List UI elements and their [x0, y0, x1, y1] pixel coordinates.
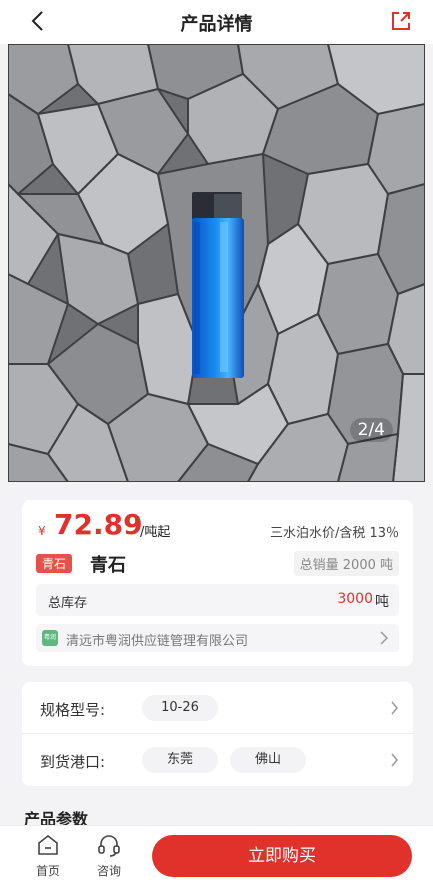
spec-row-port[interactable]: 到货港口: 东莞 佛山: [22, 734, 413, 786]
category-tag: 青石: [36, 554, 73, 573]
chevron-right-icon: [391, 753, 398, 767]
nav-home[interactable]: 首页: [23, 832, 73, 879]
model-label: 规格型号:: [40, 701, 106, 719]
stock-row: 总库存 3000 吨: [36, 584, 399, 616]
stock-unit: 吨: [375, 594, 389, 610]
port-option-chip[interactable]: 佛山: [230, 747, 306, 773]
chevron-right-icon: [380, 631, 389, 645]
tax-info: 三水泊水价/含税 13％: [269, 526, 399, 541]
product-price: 72.89: [54, 508, 143, 541]
supplier-logo: 粤润: [42, 630, 58, 646]
spec-row-model[interactable]: 规格型号: 10-26: [22, 682, 413, 734]
spec-card: 规格型号: 10-26 到货港口: 东莞 佛山: [22, 682, 413, 786]
page-title: 产品详情: [180, 14, 253, 35]
nav-consult-label: 咨询: [96, 864, 121, 878]
product-name: 青石: [90, 555, 126, 576]
supplier-name: 清远市粤润供应链管理有限公司: [66, 634, 249, 649]
headset-icon: [98, 835, 120, 857]
supplier-link[interactable]: 粤润 清远市粤润供应链管理有限公司: [36, 624, 399, 652]
currency-symbol: ¥: [38, 524, 46, 538]
price-unit: /吨起: [140, 525, 171, 540]
share-icon[interactable]: [389, 9, 413, 33]
buy-now-button[interactable]: 立即购买: [152, 835, 412, 877]
product-photo: [8, 44, 425, 482]
model-option-chip[interactable]: 10-26: [142, 695, 218, 721]
nav-consult[interactable]: 咨询: [84, 832, 134, 879]
image-counter: 2/4: [349, 418, 393, 442]
chevron-right-icon: [391, 701, 398, 715]
stock-value: 3000: [337, 591, 373, 607]
port-option-chip[interactable]: 东莞: [142, 747, 218, 773]
port-label: 到货港口:: [40, 753, 106, 771]
bottom-action-bar: 首页 咨询 立即购买: [0, 825, 433, 885]
top-bar: 产品详情: [0, 0, 433, 44]
home-icon: [38, 834, 58, 855]
product-info-card: ¥ 72.89 /吨起 三水泊水价/含税 13％ 青石 青石 总销量 2000 …: [22, 500, 413, 666]
stock-label: 总库存: [48, 596, 88, 611]
product-image-gallery[interactable]: 2/4: [8, 44, 425, 482]
nav-home-label: 首页: [35, 864, 60, 878]
total-sales-badge: 总销量 2000 吨: [293, 551, 399, 576]
